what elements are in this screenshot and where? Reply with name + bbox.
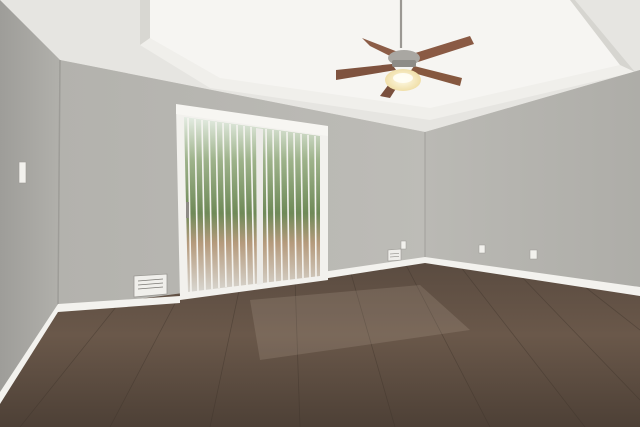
wall-outlet: [529, 249, 538, 260]
door-divider: [256, 128, 263, 285]
door-handle[interactable]: [186, 202, 189, 218]
floor-vent-small: [387, 248, 402, 262]
light-switch[interactable]: [18, 161, 27, 184]
wall-outlet: [478, 244, 486, 254]
floor-vent: [133, 273, 168, 298]
sliding-glass-door[interactable]: [176, 104, 328, 300]
wall-outlet: [400, 240, 407, 250]
room-scene: [0, 0, 640, 427]
